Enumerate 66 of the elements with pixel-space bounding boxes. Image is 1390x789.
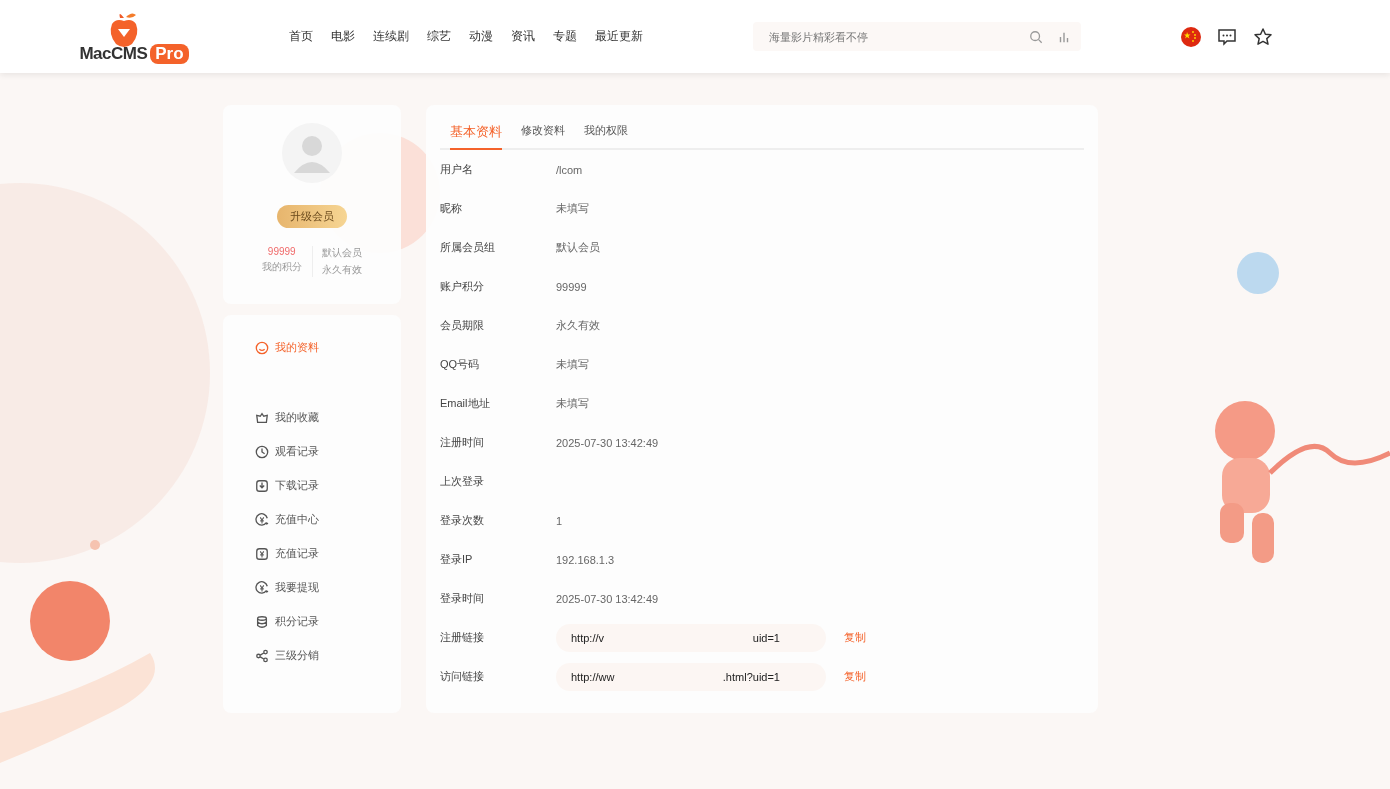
field-value: 未填写 xyxy=(556,357,589,372)
field-value: /lcom xyxy=(556,163,583,176)
field-label: Email地址 xyxy=(440,396,491,411)
field-value: 2025-07-30 13:42:49 xyxy=(556,592,659,605)
link-field[interactable]: http://ww .html?uid=1 xyxy=(556,662,826,691)
flag-icon[interactable] xyxy=(1181,26,1201,47)
menu-item[interactable]: 充值中心 xyxy=(255,512,401,527)
menu-item[interactable]: 充值记录 xyxy=(255,546,401,561)
link-field[interactable]: http://v uid=1 xyxy=(556,623,826,652)
menu-item[interactable]: 观看记录 xyxy=(255,444,401,459)
field-label: QQ号码 xyxy=(440,357,481,372)
menu-item[interactable]: 三级分销 xyxy=(255,648,401,663)
field-value: 未填写 xyxy=(556,396,589,411)
database-icon xyxy=(255,614,269,629)
search-field[interactable]: 海量影片精彩看不停 xyxy=(767,29,1015,44)
field-label: 注册链接 xyxy=(440,630,485,645)
menu-item[interactable]: 我要提现 xyxy=(255,580,401,595)
nav-link[interactable]: 连续剧 xyxy=(373,28,409,45)
message-icon[interactable] xyxy=(1217,26,1237,47)
field-label: 登录时间 xyxy=(440,591,485,606)
field-value: 默认会员 xyxy=(556,240,600,255)
stat-value: 99999 xyxy=(267,246,296,257)
share-icon xyxy=(255,648,269,663)
field-label: 注册时间 xyxy=(440,435,485,450)
nav-link[interactable]: 资讯 xyxy=(511,28,535,45)
field-label: 上次登录 xyxy=(440,474,485,489)
field-label: 会员期限 xyxy=(440,318,485,333)
nav-link[interactable]: 专题 xyxy=(553,28,577,45)
field-label: 登录次数 xyxy=(440,513,485,528)
tab[interactable]: 修改资料 xyxy=(521,117,565,150)
nav-link[interactable]: 综艺 xyxy=(427,28,451,45)
nav-link[interactable]: 首页 xyxy=(289,28,313,45)
field-label: 所属会员组 xyxy=(440,240,496,255)
field-value: 未填写 xyxy=(556,201,589,216)
menu-item[interactable]: 我的收藏 xyxy=(255,410,401,425)
menu-item[interactable]: 积分记录 xyxy=(255,614,401,629)
logo-badge: Pro xyxy=(150,43,189,64)
stat-label: 永久有效 xyxy=(322,263,363,277)
field-label: 昵称 xyxy=(440,201,463,216)
nav-link[interactable]: 电影 xyxy=(331,28,355,45)
logo-text: MacCMS xyxy=(79,43,148,64)
yen-circle-icon xyxy=(255,512,269,527)
avatar-icon xyxy=(282,123,342,183)
field-value: 99999 xyxy=(556,280,587,293)
field-label: 访问链接 xyxy=(440,669,485,684)
field-label: 用户名 xyxy=(440,162,474,177)
download-icon xyxy=(255,478,269,493)
stat-value: 默认会员 xyxy=(322,246,363,260)
nav-link[interactable]: 最近更新 xyxy=(595,28,643,45)
nav-link[interactable]: 动漫 xyxy=(469,28,493,45)
yen-circle-icon xyxy=(255,580,269,595)
field-value: 1 xyxy=(556,514,563,527)
smile-icon xyxy=(255,340,269,355)
tab[interactable]: 我的权限 xyxy=(584,117,628,150)
upgrade-button[interactable]: 升级会员 xyxy=(277,205,347,228)
search-bar[interactable]: 海量影片精彩看不停 xyxy=(753,22,1081,51)
clock-icon xyxy=(255,444,269,459)
menu-item[interactable]: 下载记录 xyxy=(255,478,401,493)
field-value: 永久有效 xyxy=(556,318,600,333)
yen-box-icon xyxy=(255,546,269,561)
field-label: 账户积分 xyxy=(440,279,485,294)
search-icon[interactable] xyxy=(1029,29,1043,44)
stat-label: 我的积分 xyxy=(261,260,302,274)
field-value: 192.168.1.3 xyxy=(556,553,615,566)
field-label: 登录IP xyxy=(440,552,474,567)
field-value: 2025-07-30 13:42:49 xyxy=(556,436,659,449)
